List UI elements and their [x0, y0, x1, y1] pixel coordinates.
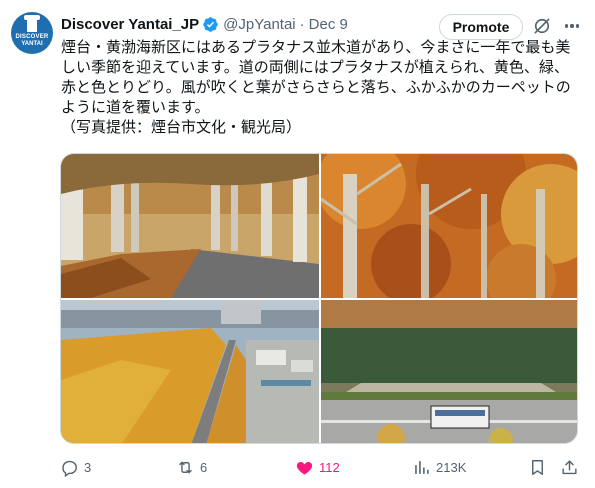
more-options-icon[interactable]: [560, 14, 584, 38]
repost-icon: [179, 461, 192, 473]
handle[interactable]: @JpYantai: [223, 16, 296, 33]
post-line: 煙台・黄渤海新区にはあるプラタナス並木道があり、今まさに一年で最も美: [61, 39, 571, 56]
avatar-text-line2: YANTAI: [21, 41, 43, 47]
reply-button[interactable]: 3: [60, 455, 91, 479]
post-text: 煙台・黄渤海新区にはあるプラタナス並木道があり、今まさに一年で最も美 しい季節を…: [61, 38, 581, 138]
repost-button[interactable]: 6: [176, 455, 207, 479]
photo-aerial-avenue[interactable]: [61, 300, 319, 443]
photo-bus-road[interactable]: [321, 300, 577, 443]
share-button[interactable]: [560, 455, 579, 479]
bookmark-icon: [532, 459, 543, 475]
heart-icon: [296, 461, 313, 475]
separator: ·: [299, 15, 305, 33]
display-name[interactable]: Discover Yantai_JP: [61, 16, 199, 33]
verified-badge-icon: [203, 16, 218, 32]
views-icon: [415, 460, 429, 474]
post-line: （写真提供：煙台市文化・観光局）: [61, 119, 302, 136]
post-line: ように道を覆います。: [61, 99, 210, 116]
grok-icon[interactable]: [532, 16, 552, 36]
bookmark-button[interactable]: [528, 455, 547, 479]
repost-count: 6: [200, 459, 208, 475]
share-icon: [562, 459, 577, 474]
avatar-text-line1: DISCOVER: [15, 34, 49, 40]
tweet-header: Discover Yantai_JP @JpYantai · Dec 9: [61, 13, 348, 35]
views-count: 213K: [436, 459, 467, 475]
promote-button[interactable]: Promote: [439, 14, 523, 40]
like-button[interactable]: 112: [295, 455, 340, 479]
reply-count: 3: [84, 459, 92, 475]
post-date[interactable]: Dec 9: [309, 16, 348, 33]
photo-tree-lined-road[interactable]: [61, 154, 319, 298]
reply-icon: [62, 460, 77, 477]
media-grid: [60, 153, 578, 444]
action-bar: 3 6 112 213K: [0, 455, 595, 479]
like-count: 112: [319, 459, 340, 475]
lighthouse-icon: [24, 15, 40, 32]
tweet: DISCOVER YANTAI Discover Yantai_JP @JpYa…: [0, 0, 595, 488]
views-button[interactable]: 213K: [412, 455, 466, 479]
post-line: しい季節を迎えています。道の両側にはプラタナスが植えられ、黄色、緑、: [61, 59, 569, 76]
post-line: 赤と色とりどり。風が吹くと葉がさらさらと落ち、ふかふかのカーペットの: [61, 79, 571, 96]
avatar[interactable]: DISCOVER YANTAI: [11, 12, 53, 54]
photo-autumn-canopy[interactable]: [321, 154, 577, 298]
